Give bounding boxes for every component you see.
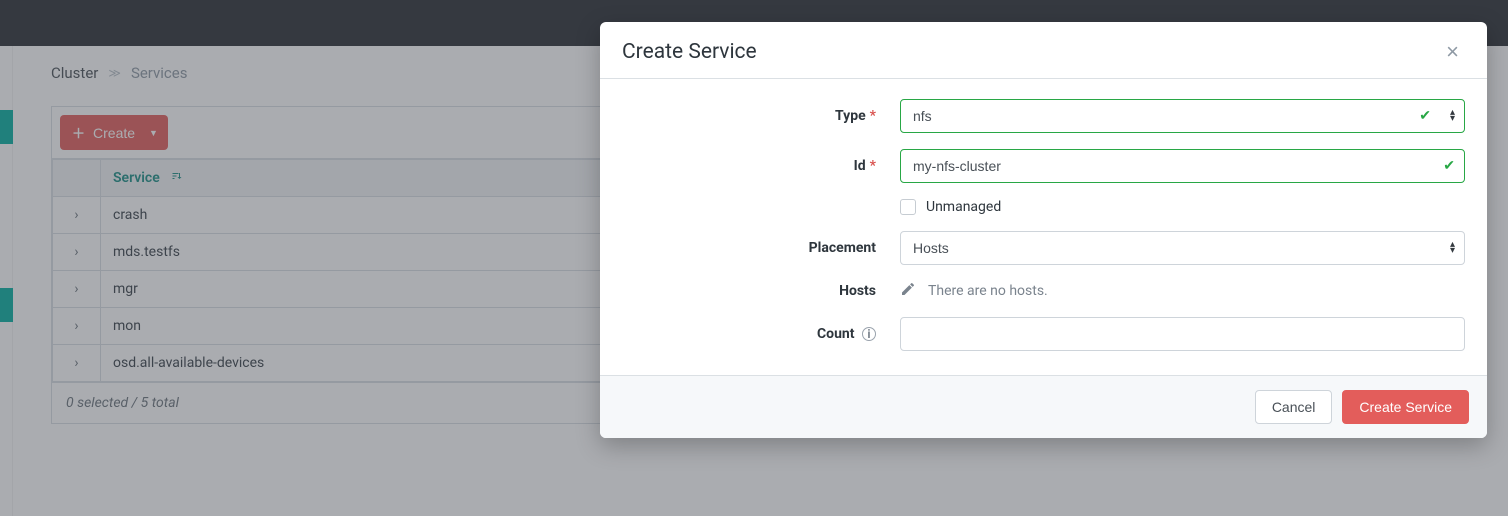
label-count-text: Count bbox=[817, 326, 855, 342]
label-count: Count i bbox=[622, 326, 900, 342]
label-type-text: Type bbox=[835, 108, 866, 124]
hosts-empty-message: There are no hosts. bbox=[928, 283, 1048, 299]
label-id: Id* bbox=[622, 158, 900, 174]
row-unmanaged: Unmanaged bbox=[622, 199, 1465, 215]
close-button[interactable]: × bbox=[1440, 40, 1465, 64]
label-id-text: Id bbox=[854, 158, 866, 174]
label-hosts: Hosts bbox=[622, 283, 900, 299]
info-icon[interactable]: i bbox=[862, 327, 876, 341]
unmanaged-label: Unmanaged bbox=[926, 199, 1001, 215]
label-type: Type* bbox=[622, 108, 900, 124]
count-input[interactable] bbox=[900, 317, 1465, 351]
pencil-icon[interactable] bbox=[900, 281, 916, 301]
row-id: Id* ✔ bbox=[622, 149, 1465, 183]
required-marker: * bbox=[870, 108, 876, 124]
type-select[interactable]: nfs bbox=[900, 99, 1465, 133]
modal-header: Create Service × bbox=[600, 22, 1487, 79]
create-service-modal: Create Service × Type* nfs ✔ ▴▾ Id* bbox=[600, 22, 1487, 438]
modal-body: Type* nfs ✔ ▴▾ Id* ✔ Unmanage bbox=[600, 79, 1487, 375]
row-count: Count i bbox=[622, 317, 1465, 351]
create-service-button[interactable]: Create Service bbox=[1342, 390, 1469, 424]
id-input[interactable] bbox=[900, 149, 1465, 183]
check-icon: ✔ bbox=[1443, 158, 1455, 174]
row-hosts: Hosts There are no hosts. bbox=[622, 281, 1465, 301]
close-icon: × bbox=[1446, 39, 1459, 64]
modal-title: Create Service bbox=[622, 40, 757, 64]
unmanaged-checkbox[interactable] bbox=[900, 199, 916, 215]
cancel-button[interactable]: Cancel bbox=[1255, 390, 1333, 424]
row-type: Type* nfs ✔ ▴▾ bbox=[622, 99, 1465, 133]
placement-select[interactable]: Hosts bbox=[900, 231, 1465, 265]
required-marker: * bbox=[870, 158, 876, 174]
check-icon: ✔ bbox=[1419, 108, 1431, 124]
label-placement: Placement bbox=[622, 240, 900, 256]
row-placement: Placement Hosts ▴▾ bbox=[622, 231, 1465, 265]
modal-footer: Cancel Create Service bbox=[600, 375, 1487, 438]
